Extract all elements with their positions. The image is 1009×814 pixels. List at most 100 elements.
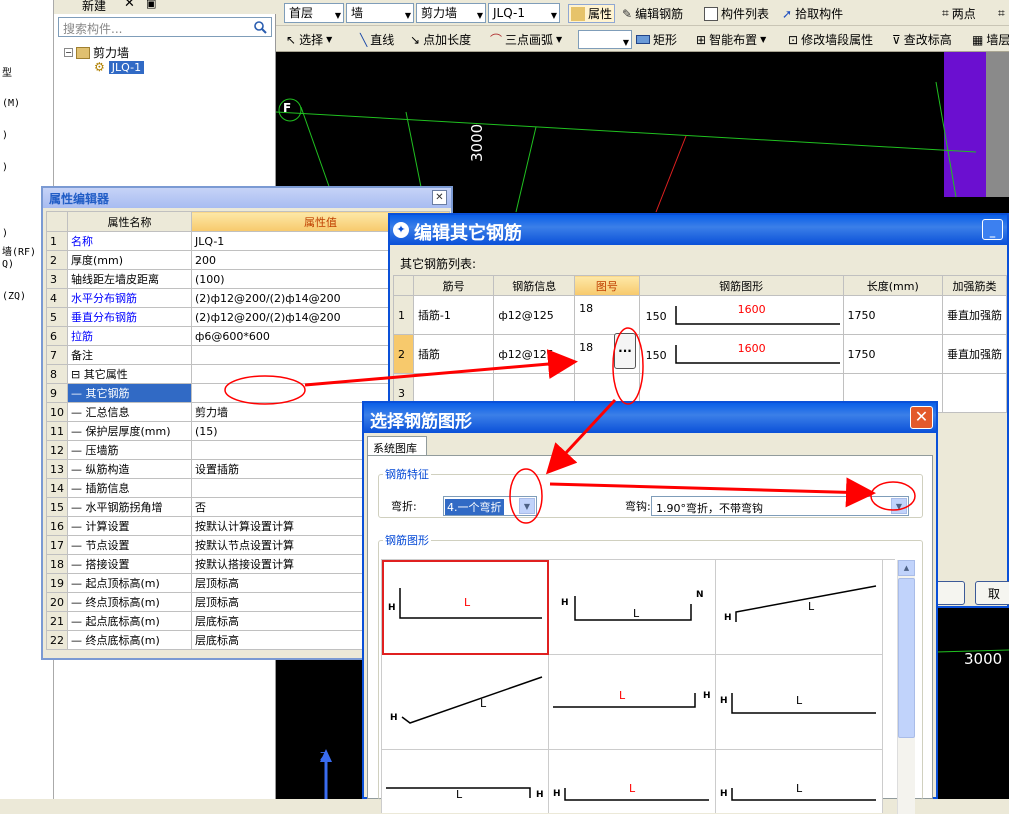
more-icon[interactable]: ⌗ [998, 4, 1005, 23]
rebar-type-cell[interactable]: 垂直加强筋 [941, 334, 1008, 374]
column-header-name: 属性名称 [67, 211, 192, 232]
property-name: — 节点设置 [67, 535, 192, 555]
rebar-shape-option[interactable]: L H [382, 560, 549, 655]
shape-dialog-titlebar[interactable]: 选择钢筋图形 ✕ [364, 403, 936, 433]
floor-select[interactable]: 首层 ▼ [284, 3, 344, 23]
rebar-type-cell[interactable] [941, 373, 1008, 413]
rebar-info-cell[interactable]: ф12@125 [493, 334, 576, 374]
rebar-shape-option[interactable]: L H [716, 750, 883, 813]
column-header: 长度(mm) [842, 275, 943, 296]
rebar-name-cell[interactable]: 插筋-1 [412, 295, 495, 335]
shape-length-label: L [480, 697, 487, 710]
shape-height-label: H [724, 613, 732, 623]
rebar-shape-option[interactable]: L H [716, 655, 883, 750]
attribute-button[interactable]: 属性 [568, 4, 616, 23]
pick-icon: ➚ [782, 6, 793, 21]
shape-length-label: L [796, 782, 803, 795]
rebar-shape-cell[interactable]: 150 1600 [638, 334, 844, 374]
property-name: 拉筋 [67, 326, 192, 346]
close-icon[interactable]: ✕ [910, 406, 933, 429]
pick-component-button[interactable]: ➚ 拾取构件 [782, 4, 843, 23]
two-point-button[interactable]: ⌗ 两点 [942, 4, 976, 23]
length-cell[interactable]: 1750 [842, 334, 943, 374]
property-name: — 搭接设置 [67, 554, 192, 574]
row-number: 9 [46, 383, 68, 403]
rebar-row[interactable]: 2 插筋 ф12@125 18 150 1600 1750 垂直加强筋 [393, 334, 1008, 374]
tree-node-child[interactable]: ⚙ JLQ-1 [94, 60, 145, 74]
component-select[interactable]: JLQ-1 ▼ [488, 3, 560, 23]
figure-number-cell[interactable]: 18 [574, 295, 640, 335]
rebar-shape-option[interactable]: L H [549, 750, 716, 813]
category-select[interactable]: 墙 ▼ [346, 3, 414, 23]
new-button[interactable]: 新建 [82, 0, 106, 14]
rectangle-button[interactable]: 矩形 [636, 30, 677, 49]
arc-option-select[interactable]: ▼ [578, 30, 632, 49]
rebar-shape-option[interactable]: L H [549, 655, 716, 750]
select-button[interactable]: ↖ 选择 ▼ [286, 30, 332, 49]
type-select[interactable]: 剪力墙 ▼ [416, 3, 486, 23]
rebar-shape-cell[interactable]: 150 1600 [638, 295, 844, 335]
line-button[interactable]: ╲ 直线 [360, 30, 394, 49]
left-item[interactable]: (ZQ) [2, 291, 26, 302]
shapes-legend: 钢筋图形 [385, 534, 429, 547]
collapse-icon[interactable]: − [64, 48, 73, 57]
bend-select[interactable]: 4.一个弯折 ▼ [443, 496, 537, 516]
property-name: — 插筋信息 [67, 478, 192, 498]
row-number: 3 [46, 269, 68, 289]
copy-icon[interactable]: ▣ [146, 0, 156, 10]
edit-rebar-titlebar[interactable]: ✦ 编辑其它钢筋 _ [390, 215, 1007, 245]
modify-segment-button[interactable]: ⊡ 修改墙段属性 [788, 30, 873, 49]
tab-system-library[interactable]: 系统图库 [367, 436, 427, 456]
rebar-shape-option[interactable]: L H [716, 560, 883, 655]
cancel-button[interactable]: 取 [975, 581, 1009, 605]
edit-rebar-button[interactable]: ✎ 编辑钢筋 [622, 4, 683, 23]
bend-label: 弯折: [391, 500, 417, 513]
rebar-type-cell[interactable]: 垂直加强筋 [941, 295, 1008, 335]
arc-button[interactable]: ⌒ 三点画弧 ▼ [490, 30, 562, 49]
ellipsis-button[interactable]: ... [614, 333, 636, 369]
tree-toolbar: 新建 ✕ ▣ [54, 0, 276, 14]
delete-icon[interactable]: ✕ [124, 0, 135, 11]
property-name: — 水平钢筋拐角增 [67, 497, 192, 517]
left-item[interactable]: ) [2, 130, 8, 141]
wall-layer-button[interactable]: ▦ 墙层 [972, 30, 1009, 49]
property-editor-titlebar[interactable]: 属性编辑器 ✕ [43, 188, 451, 208]
check-elevation-button[interactable]: ⊽ 查改标高 [892, 30, 952, 49]
minimize-icon[interactable]: _ [982, 219, 1003, 240]
scroll-thumb[interactable] [898, 578, 915, 738]
rebar-name-cell[interactable]: 插筋 [412, 334, 495, 374]
row-number: 11 [46, 421, 68, 441]
tree-node-root[interactable]: − 剪力墙 [64, 44, 129, 61]
column-header: 钢筋信息 [493, 275, 576, 296]
left-item[interactable]: (M) [2, 98, 20, 109]
scroll-up-icon[interactable]: ▲ [898, 560, 915, 576]
point-length-button[interactable]: ↘ 点加长度 [410, 30, 471, 49]
property-name: — 终点顶标高(m) [67, 592, 192, 612]
rebar-info-cell[interactable]: ф12@125 [493, 295, 576, 335]
rebar-shape-option[interactable]: L H N [549, 560, 716, 655]
corner-cell [393, 275, 414, 296]
rebar-feature-group: 钢筋特征 弯折: 4.一个弯折 ▼ 弯钩: 1.90°弯折，不带弯钩 ▼ [378, 466, 923, 518]
property-name: — 起点顶标高(m) [67, 573, 192, 593]
vertical-scrollbar[interactable]: ▲ [897, 560, 915, 814]
search-input[interactable]: 搜索构件... [58, 17, 272, 37]
left-item[interactable]: ) [2, 228, 8, 239]
rebar-shape-option[interactable]: L H [382, 750, 549, 813]
row-number: 10 [46, 402, 68, 422]
search-icon[interactable] [250, 18, 270, 36]
list-icon [704, 6, 718, 21]
rebar-shape-option[interactable]: L H [382, 655, 549, 750]
left-item[interactable]: 型 [2, 64, 12, 79]
length-cell[interactable]: 1750 [842, 295, 943, 335]
close-icon[interactable]: ✕ [432, 190, 447, 205]
smart-layout-button[interactable]: ⊞ 智能布置 ▼ [696, 30, 766, 49]
shape-height-label: H [561, 598, 569, 608]
component-list-button[interactable]: 构件列表 [704, 4, 769, 23]
left-item[interactable]: ) [2, 162, 8, 173]
left-item[interactable]: Q) [2, 259, 14, 270]
row-number: 8 [46, 364, 68, 384]
hook-select[interactable]: 1.90°弯折，不带弯钩 ▼ [651, 496, 909, 516]
property-name: ⊟ 其它属性 [67, 364, 192, 384]
left-item[interactable]: 墙(RF) [2, 243, 36, 258]
rebar-row[interactable]: 1 插筋-1 ф12@125 18 150 1600 1750 垂直加强筋 [393, 295, 1008, 335]
